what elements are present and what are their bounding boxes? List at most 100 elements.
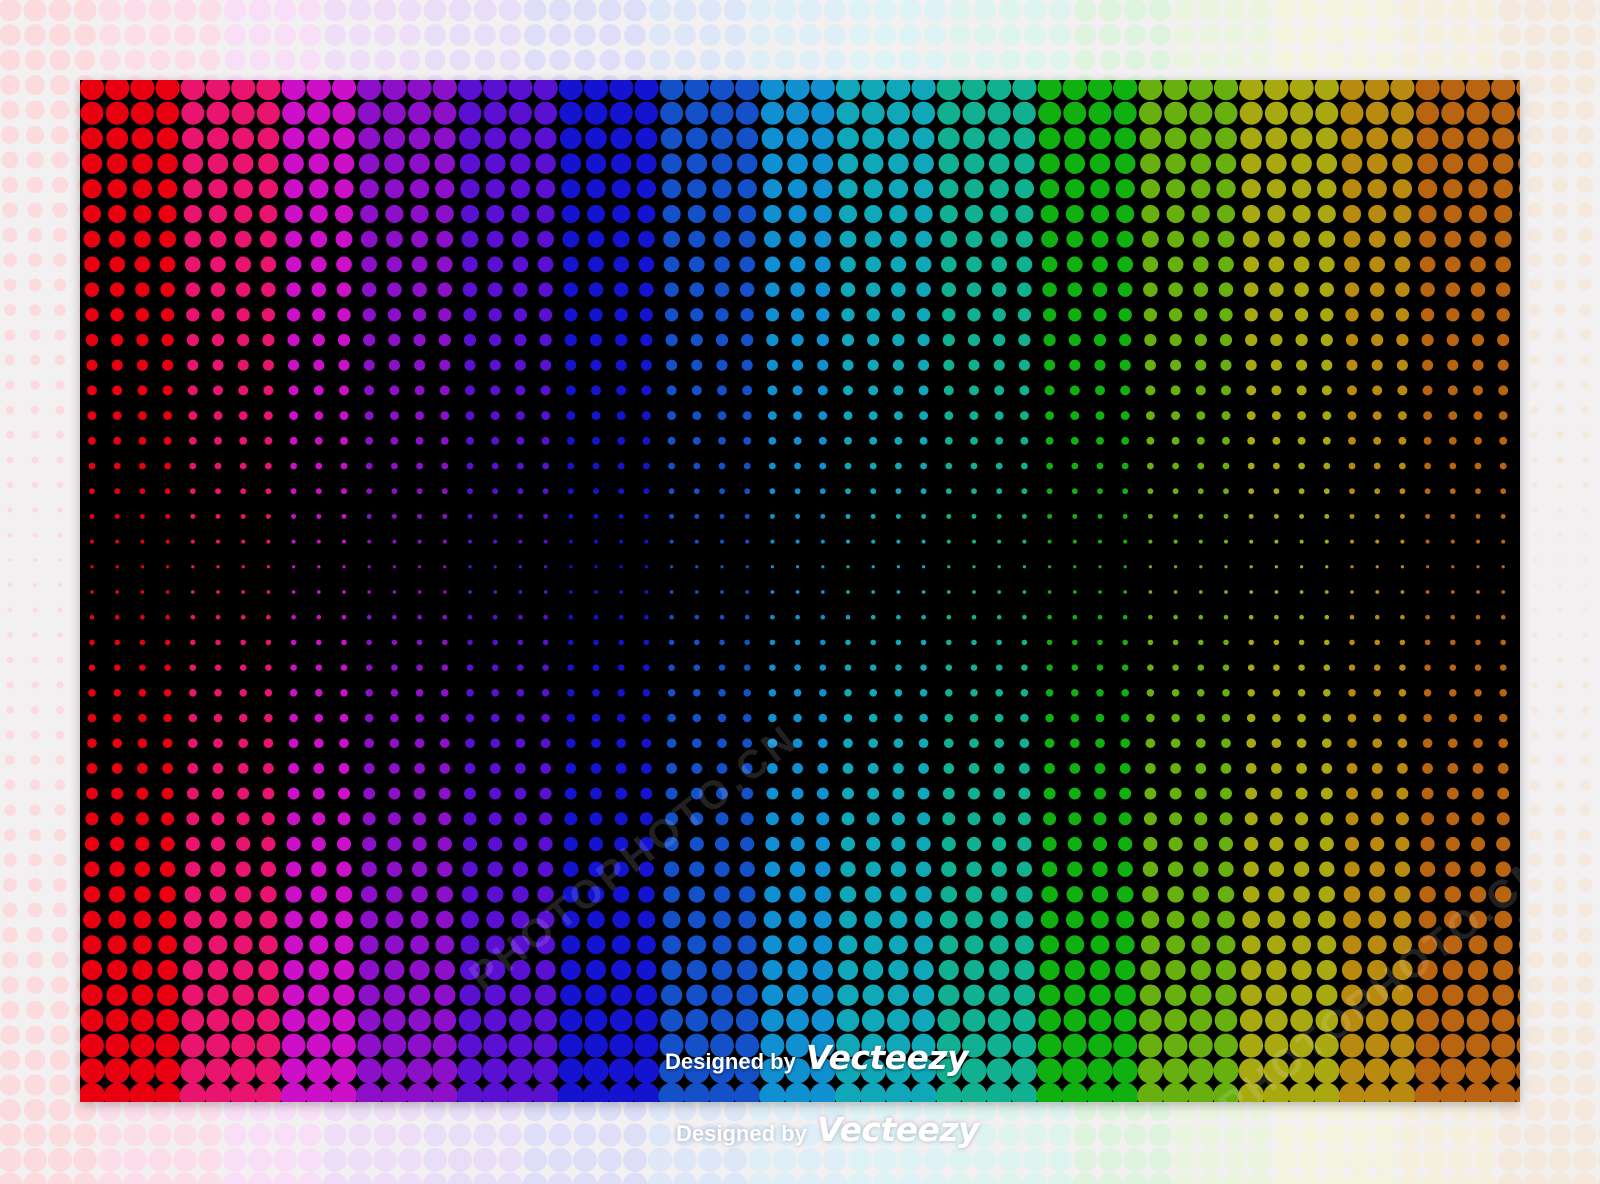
halftone-dot: [309, 204, 328, 224]
halftone-dot: [1271, 738, 1282, 749]
background-dot: [27, 202, 43, 218]
halftone-dot: [310, 256, 327, 273]
halftone-dot: [263, 738, 274, 749]
halftone-dot: [969, 411, 979, 421]
halftone-dot: [765, 282, 780, 297]
halftone-dot: [240, 488, 247, 495]
halftone-dot: [493, 565, 497, 569]
background-dot: [98, 0, 122, 22]
halftone-dot: [816, 812, 830, 826]
background-dot: [1498, 0, 1522, 22]
background-dot: [548, 1098, 572, 1122]
halftone-dot: [84, 282, 100, 297]
halftone-dot: [333, 153, 355, 174]
halftone-dot: [743, 462, 751, 470]
halftone-dot: [214, 689, 222, 697]
halftone-dot: [162, 385, 173, 396]
background-dot: [1527, 227, 1543, 243]
background-dot: [1529, 804, 1541, 816]
halftone-dot: [1494, 204, 1513, 224]
halftone-dot: [1396, 787, 1409, 800]
halftone-dot: [688, 230, 706, 248]
background-dot: [1552, 927, 1568, 943]
halftone-dot: [265, 513, 271, 519]
background-dot: [1549, 74, 1571, 96]
halftone-dot: [866, 836, 881, 852]
halftone-dot: [892, 359, 904, 371]
halftone-dot: [993, 787, 1006, 800]
halftone-dot: [90, 565, 94, 569]
halftone-dot: [516, 462, 524, 470]
background-dot: [1555, 755, 1565, 765]
halftone-dot: [1148, 590, 1153, 594]
background-dot: [1022, 1147, 1048, 1173]
background-dot: [173, 1123, 197, 1147]
halftone-dot: [1424, 462, 1432, 470]
halftone-dot: [1249, 539, 1254, 544]
halftone-dot: [1472, 763, 1484, 774]
background-dot: [0, 1074, 21, 1096]
background-dot: [1197, 1172, 1223, 1184]
background-dot: [1528, 853, 1542, 867]
halftone-dot: [642, 462, 650, 470]
background-dot: [523, 1098, 547, 1122]
background-dot: [149, 49, 171, 71]
halftone-dot: [392, 565, 397, 569]
halftone-dot: [1396, 333, 1409, 347]
halftone-dot: [816, 787, 829, 800]
background-dot: [347, 1172, 373, 1184]
halftone-dot: [515, 763, 526, 774]
background-dot: [1549, 49, 1571, 71]
background-dot: [23, 1123, 47, 1147]
halftone-dot: [212, 787, 224, 800]
halftone-dot: [1321, 763, 1333, 774]
background-dot: [1272, 1172, 1298, 1184]
halftone-dot: [237, 787, 250, 800]
background-dot: [1526, 151, 1544, 169]
halftone-dot: [1374, 639, 1380, 646]
halftone-dot: [190, 590, 195, 594]
halftone-dot: [366, 639, 372, 646]
halftone-dot: [239, 462, 247, 470]
background-dot: [1198, 1123, 1222, 1147]
background-dot: [1574, 49, 1596, 71]
halftone-dot: [467, 513, 473, 519]
halftone-dot: [667, 411, 677, 421]
halftone-dot: [765, 308, 780, 322]
halftone-dot: [182, 153, 204, 174]
background-dot: [1249, 24, 1271, 46]
halftone-dot: [1450, 614, 1456, 620]
halftone-dot: [1140, 153, 1161, 174]
background-dot: [1073, 1098, 1097, 1122]
halftone-dot: [1114, 153, 1136, 174]
background-dot: [198, 1098, 222, 1122]
halftone-dot: [1443, 204, 1462, 224]
halftone-dot: [841, 333, 855, 347]
background-dot: [2, 227, 18, 243]
halftone-dot: [518, 565, 523, 569]
halftone-dot: [317, 565, 321, 569]
halftone-dot: [491, 689, 499, 697]
halftone-dot: [942, 787, 955, 800]
halftone-dot: [1319, 282, 1335, 297]
halftone-dot: [159, 256, 176, 273]
halftone-dot: [542, 639, 549, 646]
halftone-dot: [717, 411, 727, 421]
halftone-dot: [362, 836, 377, 852]
halftone-dot: [291, 513, 297, 519]
halftone-dot: [769, 488, 776, 495]
background-dot: [424, 24, 446, 46]
halftone-dot: [340, 664, 348, 671]
halftone-dot: [1092, 256, 1108, 273]
halftone-dot: [286, 836, 301, 852]
halftone-dot: [432, 80, 457, 101]
halftone-dot: [191, 565, 195, 569]
background-dot: [1198, 1098, 1222, 1122]
background-dot: [573, 1098, 597, 1122]
halftone-dot: [187, 763, 199, 774]
halftone-dot: [139, 639, 146, 646]
halftone-dot: [586, 179, 606, 199]
halftone-dot: [1498, 713, 1508, 723]
background-dot: [174, 49, 196, 71]
background-dot: [3, 303, 17, 317]
